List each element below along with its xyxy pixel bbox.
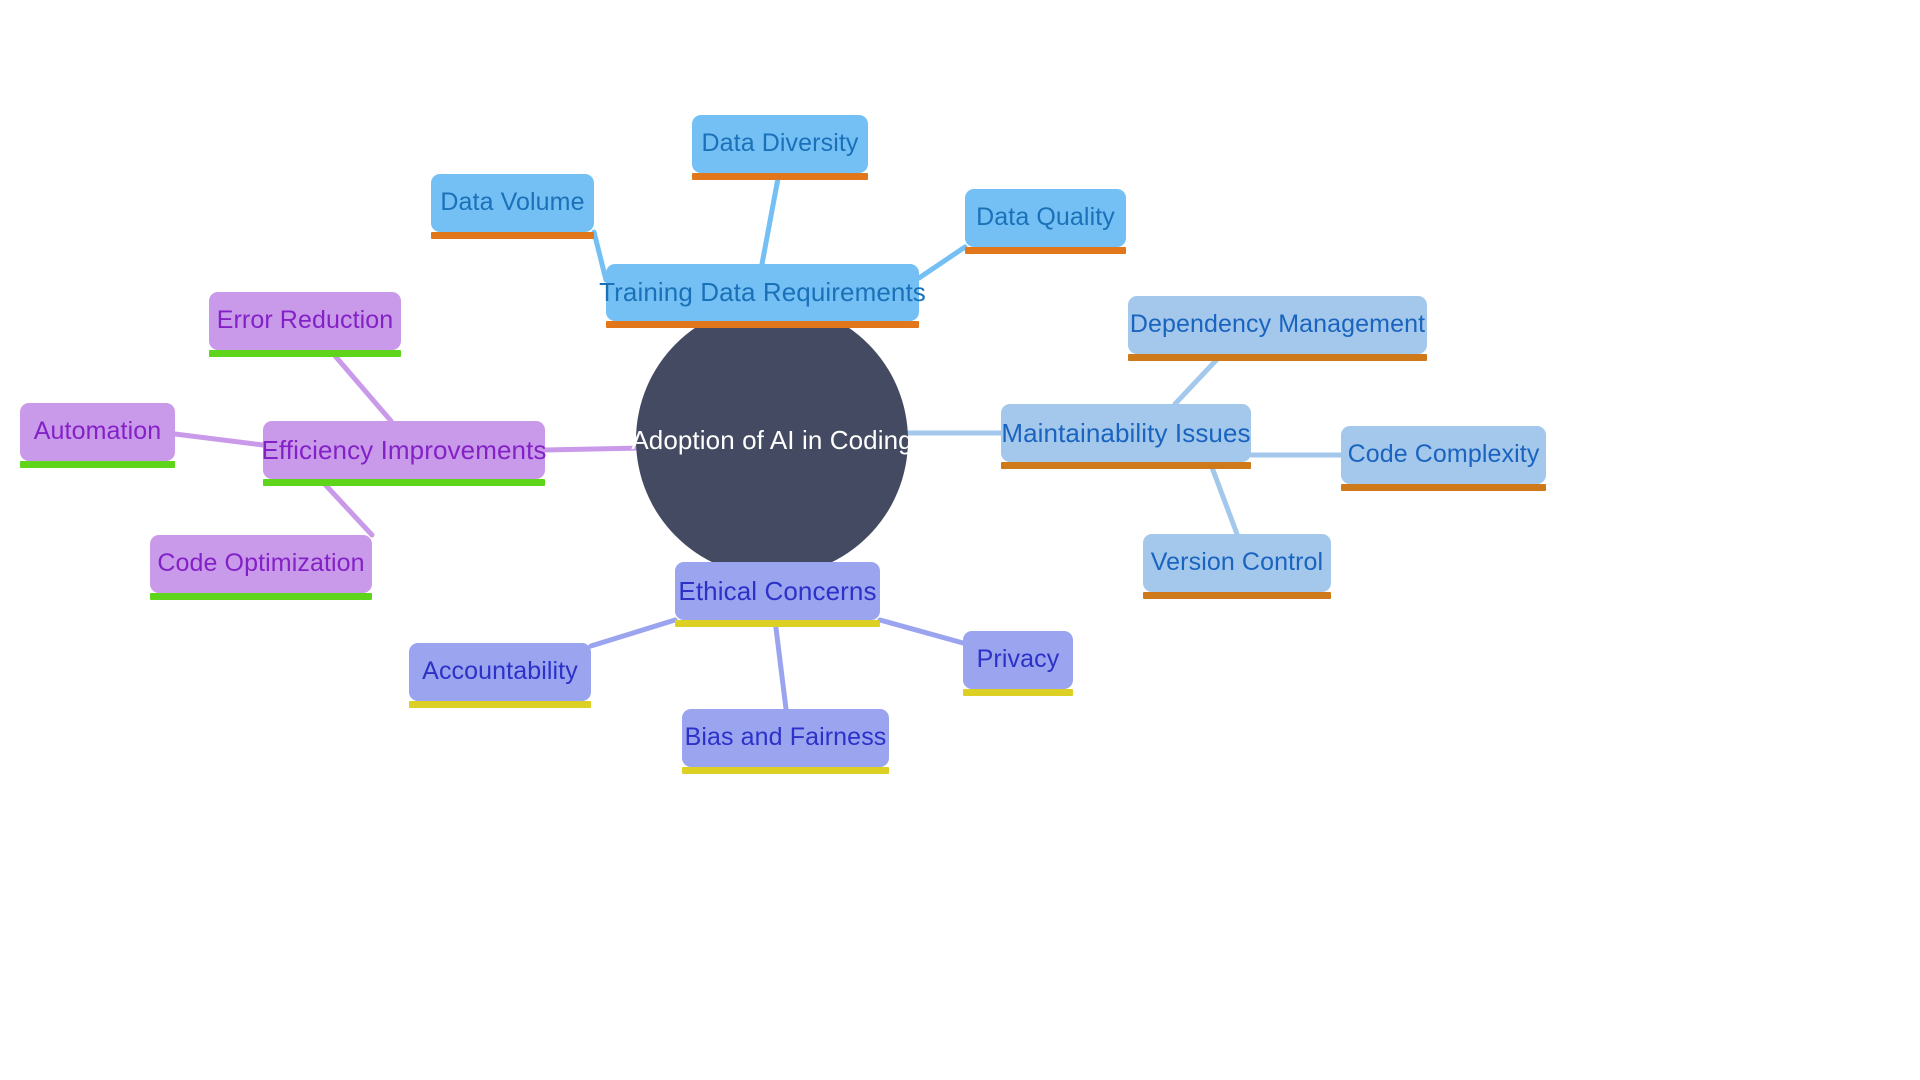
leaf-node-code-complexity-label: Code Complexity bbox=[1347, 440, 1540, 469]
topic-node-maintainability-issues-underline bbox=[1001, 462, 1251, 469]
leaf-node-data-diversity-underline bbox=[692, 173, 868, 180]
topic-node-training-data-requirements-underline bbox=[606, 321, 919, 328]
leaf-node-accountability-underline bbox=[409, 701, 591, 708]
edge-training-data-requirements-to-data-quality bbox=[916, 244, 968, 281]
leaf-node-code-optimization[interactable]: Code Optimization bbox=[150, 535, 372, 600]
leaf-node-dependency-management-underline bbox=[1128, 354, 1427, 361]
leaf-node-error-reduction[interactable]: Error Reduction bbox=[209, 292, 401, 357]
edge-ethical-concerns-to-accountability bbox=[588, 617, 678, 649]
leaf-node-privacy-label: Privacy bbox=[976, 645, 1060, 674]
leaf-node-data-quality-underline bbox=[965, 247, 1126, 254]
leaf-node-accountability-label: Accountability bbox=[422, 657, 578, 686]
edge-root-to-efficiency-improvements bbox=[542, 445, 643, 453]
edge-ethical-concerns-to-privacy bbox=[877, 617, 966, 646]
leaf-node-bias-and-fairness[interactable]: Bias and Fairness bbox=[682, 709, 889, 774]
topic-node-maintainability-issues-label: Maintainability Issues bbox=[1001, 417, 1251, 448]
leaf-node-data-volume-underline bbox=[431, 232, 594, 239]
topic-node-maintainability-issues[interactable]: Maintainability Issues bbox=[1001, 404, 1251, 469]
edge-efficiency-improvements-to-automation bbox=[172, 431, 266, 448]
leaf-node-bias-and-fairness-label: Bias and Fairness bbox=[684, 723, 887, 752]
edge-maintainability-issues-to-version-control bbox=[1207, 459, 1240, 537]
root-node-adoption-of-ai-in-coding-label: Adoption of AI in Coding bbox=[631, 424, 913, 455]
topic-node-efficiency-improvements-label: Efficiency Improvements bbox=[261, 434, 547, 465]
leaf-node-automation[interactable]: Automation bbox=[20, 403, 175, 468]
leaf-node-version-control-underline bbox=[1143, 592, 1331, 599]
leaf-node-privacy[interactable]: Privacy bbox=[963, 631, 1073, 696]
leaf-node-version-control[interactable]: Version Control bbox=[1143, 534, 1331, 599]
leaf-node-automation-label: Automation bbox=[33, 417, 162, 446]
topic-node-training-data-requirements-label: Training Data Requirements bbox=[599, 277, 926, 308]
leaf-node-data-quality-label: Data Quality bbox=[976, 203, 1115, 232]
leaf-node-data-volume[interactable]: Data Volume bbox=[431, 174, 594, 239]
edge-efficiency-improvements-to-code-optimization bbox=[317, 476, 375, 538]
topic-node-efficiency-improvements-underline bbox=[263, 479, 545, 486]
leaf-node-code-optimization-label: Code Optimization bbox=[157, 549, 365, 578]
topic-node-ethical-concerns-underline bbox=[675, 620, 880, 627]
leaf-node-data-diversity[interactable]: Data Diversity bbox=[692, 115, 868, 180]
leaf-node-data-diversity-label: Data Diversity bbox=[701, 129, 859, 158]
leaf-node-code-optimization-underline bbox=[150, 593, 372, 600]
leaf-node-error-reduction-underline bbox=[209, 350, 401, 357]
leaf-node-version-control-label: Version Control bbox=[1150, 548, 1324, 577]
leaf-node-privacy-underline bbox=[963, 689, 1073, 696]
topic-node-ethical-concerns-label: Ethical Concerns bbox=[678, 575, 877, 606]
edge-ethical-concerns-to-bias-and-fairness bbox=[772, 617, 789, 712]
edge-training-data-requirements-to-data-volume bbox=[591, 229, 609, 283]
leaf-node-bias-and-fairness-underline bbox=[682, 767, 889, 774]
leaf-node-dependency-management[interactable]: Dependency Management bbox=[1128, 296, 1427, 361]
edge-training-data-requirements-to-data-diversity bbox=[759, 170, 782, 267]
topic-node-efficiency-improvements[interactable]: Efficiency Improvements bbox=[261, 421, 547, 486]
leaf-node-data-quality[interactable]: Data Quality bbox=[965, 189, 1126, 254]
topic-node-ethical-concerns[interactable]: Ethical Concerns bbox=[675, 562, 880, 627]
leaf-node-code-complexity-underline bbox=[1341, 484, 1546, 491]
mindmap-canvas: Adoption of AI in Coding Training Data Re… bbox=[0, 0, 1920, 1080]
root-node-adoption-of-ai-in-coding[interactable]: Adoption of AI in Coding bbox=[631, 304, 913, 576]
edge-efficiency-improvements-to-error-reduction bbox=[327, 347, 394, 424]
leaf-node-accountability[interactable]: Accountability bbox=[409, 643, 591, 708]
leaf-node-data-volume-label: Data Volume bbox=[440, 188, 585, 217]
leaf-node-error-reduction-label: Error Reduction bbox=[216, 306, 394, 335]
leaf-node-dependency-management-label: Dependency Management bbox=[1129, 310, 1426, 339]
edge-maintainability-issues-to-dependency-management bbox=[1172, 351, 1225, 407]
leaf-node-automation-underline bbox=[20, 461, 175, 468]
leaf-node-code-complexity[interactable]: Code Complexity bbox=[1341, 426, 1546, 491]
topic-node-training-data-requirements[interactable]: Training Data Requirements bbox=[599, 264, 926, 328]
